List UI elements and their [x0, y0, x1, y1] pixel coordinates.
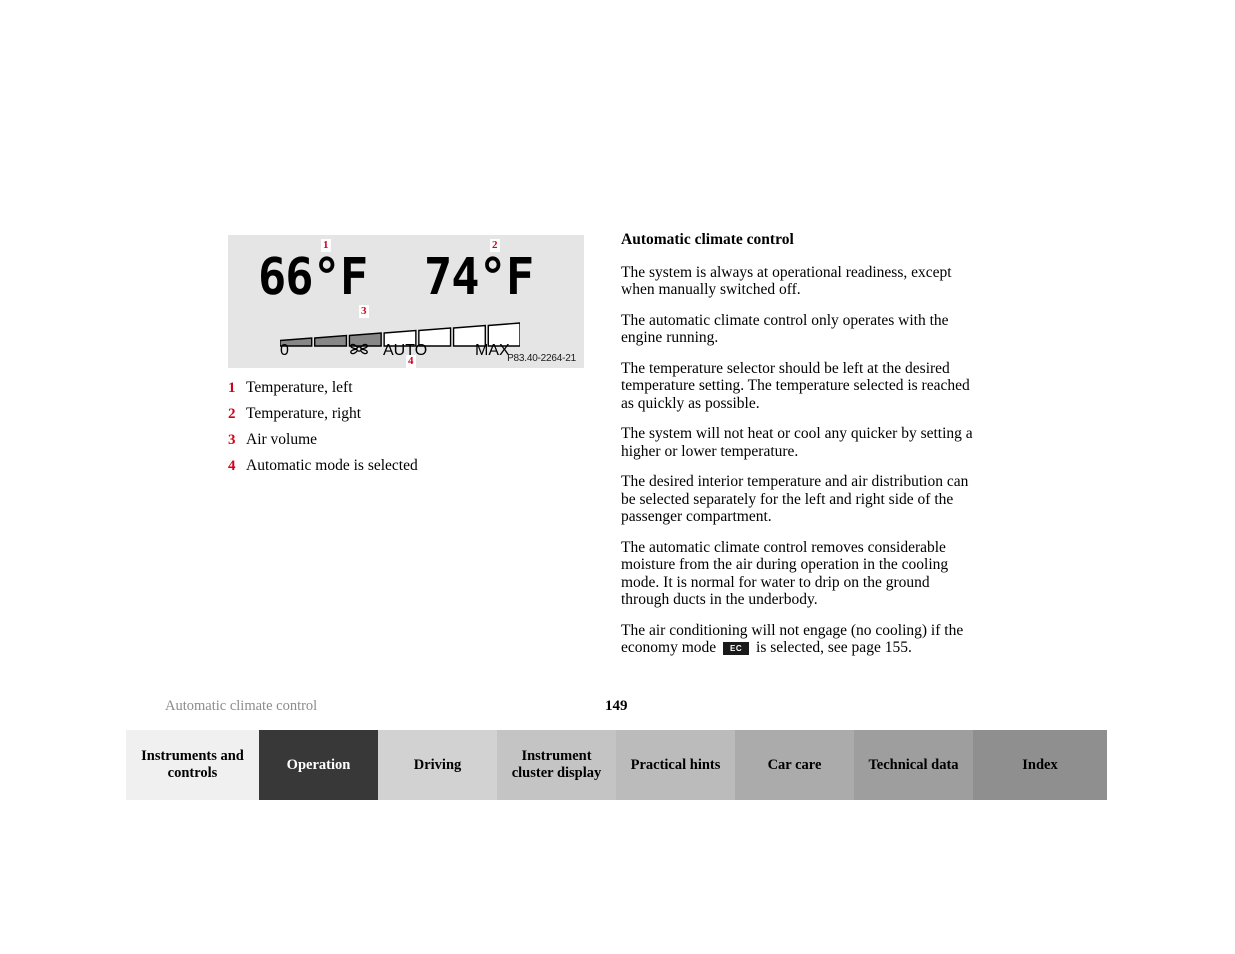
legend-item: 2 Temperature, right — [228, 405, 568, 423]
tab-practical-hints[interactable]: Practical hints — [616, 730, 735, 800]
legend-item-label: Temperature, right — [246, 405, 362, 422]
tab-index[interactable]: Index — [973, 730, 1107, 800]
body-paragraph: The temperature selector should be left … — [621, 359, 970, 412]
callout-marker-3: 3 — [359, 305, 369, 318]
tab-instruments-and-controls[interactable]: Instruments and controls — [126, 730, 259, 800]
tab-technical-data[interactable]: Technical data — [854, 730, 973, 800]
figure-code-label: P83.40-2264-21 — [507, 353, 576, 364]
economy-text-after: is selected, see page 155. — [756, 639, 912, 657]
body-paragraph: The system will not heat or cool any qui… — [621, 425, 973, 460]
tab-driving[interactable]: Driving — [378, 730, 497, 800]
tab-operation[interactable]: Operation — [259, 730, 378, 800]
tab-instrument-cluster-display[interactable]: Instrument cluster display — [497, 730, 616, 800]
footer-section-title: Automatic climate control — [165, 698, 318, 714]
legend-item: 1 Temperature, left — [228, 379, 568, 397]
air-volume-bar-2 — [314, 334, 348, 347]
economy-mode-paragraph: The air conditioning will not engage (no… — [621, 622, 981, 657]
callout-marker-4: 4 — [406, 355, 416, 368]
legend-item-label: Air volume — [246, 431, 318, 448]
body-paragraph: The automatic climate control removes co… — [621, 538, 949, 609]
paragraph-host: The system is always at operational read… — [621, 264, 981, 609]
legend-item: 3 Air volume — [228, 431, 568, 449]
figure-legend-list: 1 Temperature, left 2 Temperature, right 3 Ai… — [228, 379, 568, 483]
callout-marker-2: 2 — [490, 239, 500, 252]
lcd-temperature-left: 66°F — [258, 247, 368, 308]
legend-item-number: 4 — [228, 458, 236, 474]
scale-label-zero: 0 — [280, 342, 289, 359]
section-tab-bar: Instruments and controls Operation Driving… — [126, 730, 1107, 800]
body-paragraph: The automatic climate control only opera… — [621, 311, 949, 347]
legend-item: 4 Automatic mode is selected — [228, 457, 568, 475]
ec-badge-icon: EC — [723, 642, 750, 656]
page-number: 149 — [605, 698, 628, 714]
legend-item-number: 1 — [228, 380, 236, 396]
fan-icon — [348, 340, 370, 358]
legend-item-number: 2 — [228, 406, 236, 422]
lcd-temperature-right: 74°F — [424, 247, 534, 308]
legend-item-number: 3 — [228, 432, 236, 448]
callout-marker-1: 1 — [321, 239, 331, 252]
body-paragraph: The desired interior temperature and air… — [621, 473, 969, 526]
text-column: Automatic climate control The system is … — [621, 231, 981, 670]
lcd-display-panel: 1 2 3 4 66°F 74°F 0 AUTO MAX P83.40-2264 — [228, 235, 584, 368]
figure-block: 1 2 3 4 66°F 74°F 0 AUTO MAX P83.40-2264 — [228, 235, 584, 368]
scale-label-max: MAX — [475, 342, 510, 359]
legend-item-label: Automatic mode is selected — [246, 457, 418, 474]
tab-car-care[interactable]: Car care — [735, 730, 854, 800]
page-footer: Automatic climate control 149 — [165, 698, 1107, 718]
section-heading: Automatic climate control — [621, 231, 794, 248]
body-paragraph: The system is always at operational read… — [621, 263, 952, 299]
legend-item-label: Temperature, left — [246, 379, 353, 396]
